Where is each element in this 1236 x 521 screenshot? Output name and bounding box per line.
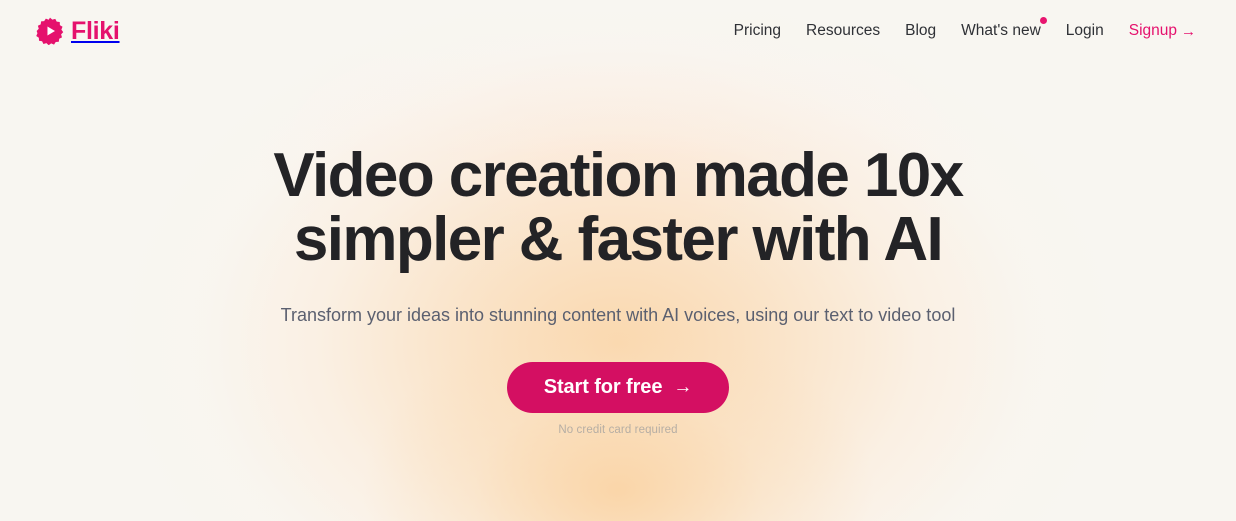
nav-link-pricing[interactable]: Pricing xyxy=(734,23,781,39)
nav-label: Login xyxy=(1065,22,1104,40)
nav-label: Pricing xyxy=(733,22,782,40)
hero-title-line-2: simpler & faster with AI xyxy=(293,205,944,275)
brand-name: Fliki xyxy=(71,16,120,45)
nav-label: Resources xyxy=(806,22,881,40)
hero-section: Video creation made 10x simpler & faster… xyxy=(0,62,1236,436)
fliki-play-badge-icon xyxy=(36,17,64,45)
start-for-free-button[interactable]: Start for free → xyxy=(506,361,730,413)
arrow-right-icon: → xyxy=(673,376,693,398)
nav-label: Signup xyxy=(1128,22,1177,39)
nav-link-whats-new[interactable]: What's new xyxy=(961,17,1047,40)
hero-subtitle: Transform your ideas into stunning conte… xyxy=(280,304,956,325)
arrow-right-icon: → xyxy=(1181,23,1196,40)
brand-logo[interactable]: Fliki xyxy=(36,17,120,45)
nav-label: Blog xyxy=(905,22,937,40)
site-header: Fliki Pricing Resources Blog What's new … xyxy=(0,0,1236,62)
hero-cta-group: Start for free → No credit card required xyxy=(0,361,1236,436)
hero-title-line-1: Video creation made 10x xyxy=(273,141,964,210)
page-title: Video creation made 10x simpler & faster… xyxy=(168,141,1068,275)
notification-dot-icon xyxy=(1039,17,1047,25)
nav-link-signup[interactable]: Signup → xyxy=(1129,23,1196,39)
cta-disclaimer: No credit card required xyxy=(558,423,678,436)
cta-label: Start for free xyxy=(543,375,663,398)
nav-label: What's new xyxy=(961,22,1041,40)
nav-link-blog[interactable]: Blog xyxy=(905,23,936,39)
nav-link-login[interactable]: Login xyxy=(1066,23,1104,39)
nav-link-resources[interactable]: Resources xyxy=(806,23,880,39)
landing-page: Fliki Pricing Resources Blog What's new … xyxy=(0,0,1236,521)
primary-navigation: Pricing Resources Blog What's new Login … xyxy=(734,17,1196,40)
